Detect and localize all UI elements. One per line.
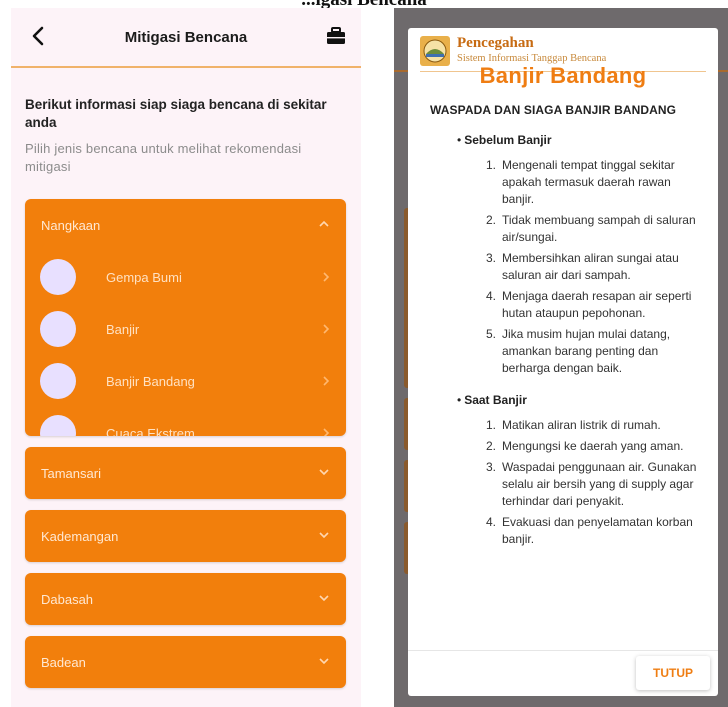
dialog-heading: Banjir Bandang: [479, 63, 647, 88]
disaster-name: Gempa Bumi: [106, 269, 182, 285]
accordion-header-kademangan[interactable]: Kademangan: [25, 510, 346, 562]
avatar: [40, 363, 76, 399]
chevron-down-icon: [319, 658, 329, 665]
disaster-name: Banjir: [106, 321, 140, 337]
accordion-nangkaan: Nangkaan Gempa Bumi Banjir Banjir Bandan…: [25, 199, 346, 436]
disaster-item-gempa-bumi[interactable]: Gempa Bumi: [25, 251, 346, 303]
phase-title-saat: • Saat Banjir: [457, 393, 527, 407]
mitigation-screen: Mitigasi Bencana Berikut informasi siap …: [11, 8, 361, 707]
village-accordion-list: Nangkaan Gempa Bumi Banjir Banjir Bandan…: [25, 199, 346, 699]
divider: [408, 650, 718, 651]
accordion-label: Nangkaan: [41, 217, 101, 233]
list-item: 3. Waspadai penggunaan air. Gunakan selal…: [486, 460, 697, 508]
accordion-header-nangkaan[interactable]: Nangkaan: [25, 199, 346, 251]
chevron-down-icon: [319, 469, 329, 476]
steps-sebelum: 1. Mengenali tempat tinggal sekitar apaka…: [486, 157, 708, 377]
disaster-item-cuaca-ekstrem[interactable]: Cuaca Ekstrem: [25, 407, 346, 436]
list-item: 5. Jika musim hujan mulai datang, amankan…: [486, 327, 671, 375]
dialog-content: WASPADA DAN SIAGA BANJIR BANDANG • Sebelu…: [408, 89, 718, 548]
dialog-screen: Pencegahan Sistem Informasi Tanggap Benc…: [394, 8, 728, 707]
list-item: 1. Mengenali tempat tinggal sekitar apaka…: [486, 158, 675, 206]
close-button[interactable]: TUTUP: [636, 656, 710, 690]
list-item: 4. Menjaga daerah resapan air seperti hut…: [486, 289, 692, 320]
list-item: 2. Mengungsi ke daerah yang aman.: [486, 439, 684, 453]
arrow-left-icon[interactable]: [27, 22, 51, 50]
intro-section: Berikut informasi siap siaga bencana di …: [11, 68, 361, 176]
list-item: 4. Evakuasi dan penyelamatan korban banji…: [486, 515, 693, 546]
accordion-tamansari: Tamansari: [25, 447, 346, 499]
chevron-right-icon: [323, 376, 330, 386]
dialog-app-title: Pencegahan: [457, 35, 534, 51]
disaster-name: Banjir Bandang: [106, 373, 195, 389]
chevron-down-icon: [319, 532, 329, 539]
disaster-item-banjir-bandang[interactable]: Banjir Bandang: [25, 355, 346, 407]
accordion-kademangan: Kademangan: [25, 510, 346, 562]
disaster-item-banjir[interactable]: Banjir: [25, 303, 346, 355]
accordion-dabasah: Dabasah: [25, 573, 346, 625]
disaster-name: Cuaca Ekstrem: [106, 425, 195, 437]
list-item: 3. Membersihkan aliran sungai atau salura…: [486, 251, 679, 282]
accordion-label: Dabasah: [41, 591, 94, 607]
list-item: 2. Tidak membuang sampah di saluran air/s…: [486, 213, 696, 244]
accordion-header-dabasah[interactable]: Dabasah: [25, 573, 346, 625]
avatar: [40, 311, 76, 347]
mitigation-dialog: Pencegahan Sistem Informasi Tanggap Benc…: [408, 28, 718, 696]
accordion-header-tamansari[interactable]: Tamansari: [25, 447, 346, 499]
chevron-right-icon: [323, 272, 330, 282]
briefcase-icon[interactable]: [326, 27, 346, 45]
accordion-label: Kademangan: [41, 528, 119, 544]
avatar: [40, 415, 76, 436]
chevron-down-icon: [319, 595, 329, 602]
app-bar: Mitigasi Bencana: [11, 8, 361, 68]
chevron-right-icon: [323, 428, 330, 436]
accordion-header-badean[interactable]: Badean: [25, 636, 346, 688]
list-item: 1. Matikan aliran listrik di rumah.: [486, 418, 661, 432]
chevron-right-icon: [323, 324, 330, 334]
page-title: Mitigasi Bencana: [124, 28, 248, 46]
intro-heading: Berikut informasi siap siaga bencana di …: [25, 97, 327, 130]
app-logo-icon: [420, 36, 450, 66]
avatar: [40, 259, 76, 295]
dialog-footer: TUTUP: [408, 650, 718, 696]
accordion-label: Badean: [41, 654, 86, 670]
dialog-header: Pencegahan Sistem Informasi Tanggap Benc…: [408, 28, 718, 66]
intro-subtitle: Pilih jenis bencana untuk melihat rekome…: [25, 141, 302, 174]
section-title: WASPADA DAN SIAGA BANJIR BANDANG: [430, 103, 677, 117]
accordion-label: Tamansari: [41, 465, 101, 481]
steps-saat: 1. Matikan aliran listrik di rumah. 2. Men…: [486, 417, 708, 548]
accordion-badean: Badean: [25, 636, 346, 688]
phase-title-sebelum: • Sebelum Banjir: [457, 133, 552, 147]
chevron-up-icon: [319, 220, 329, 227]
